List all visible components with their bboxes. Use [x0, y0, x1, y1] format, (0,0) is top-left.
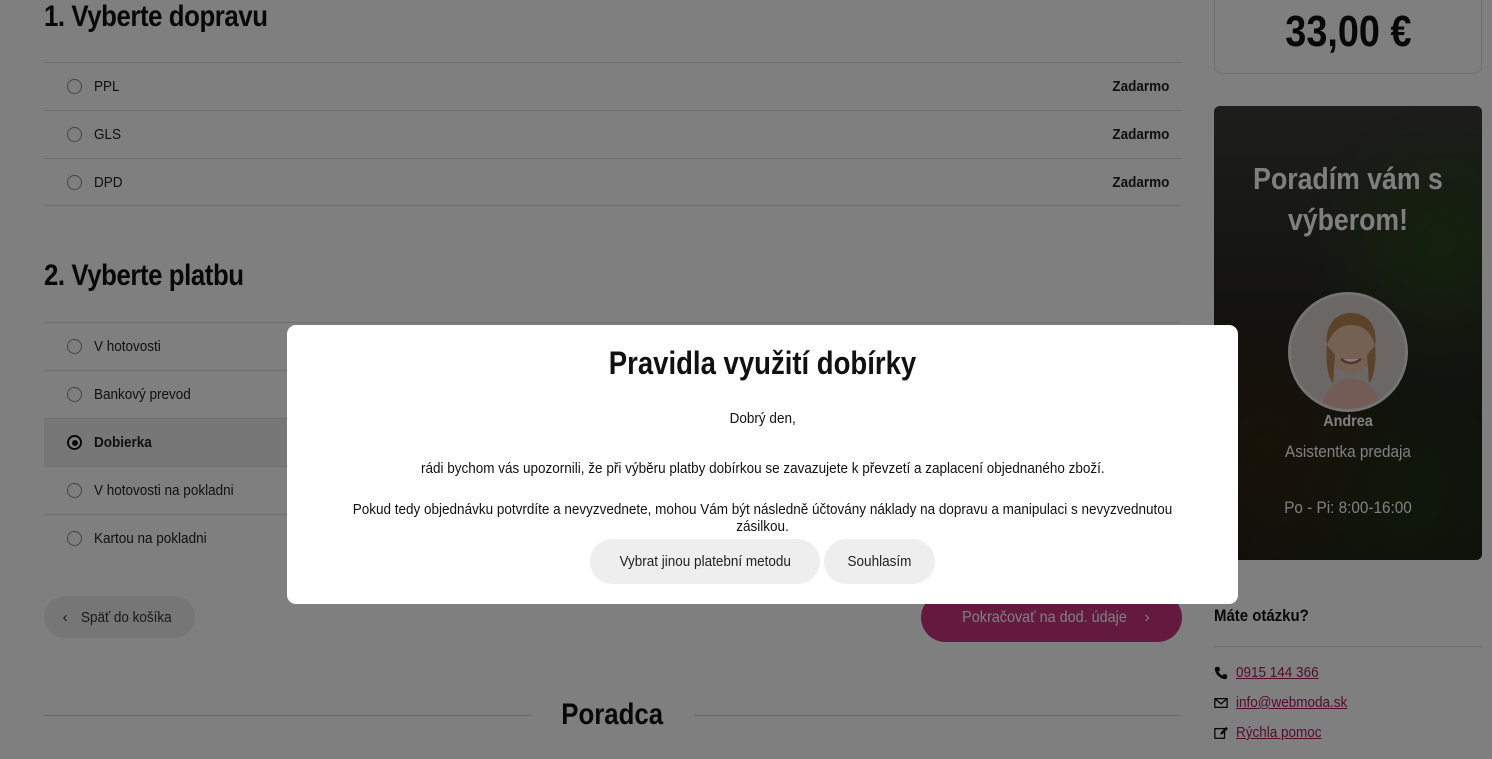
agree-button[interactable]: Souhlasím	[824, 539, 936, 584]
modal-paragraph-1-text: rádi bychom vás upozornili, že při výběr…	[420, 460, 1105, 477]
agree-label: Souhlasím	[847, 553, 912, 570]
modal-paragraph-1: rádi bychom vás upozornili, že při výběr…	[287, 460, 1238, 477]
modal-greeting-text: Dobrý den,	[729, 410, 796, 427]
cod-rules-modal: Pravidla využití dobírky Dobrý den, rádi…	[287, 325, 1238, 604]
modal-greeting: Dobrý den,	[287, 410, 1238, 427]
choose-other-payment-button[interactable]: Vybrat jinou platební metodu	[589, 539, 821, 584]
modal-paragraph-2-text: Pokud tedy objednávku potvrdíte a nevyzv…	[352, 501, 1173, 535]
choose-other-payment-label: Vybrat jinou platební metodu	[619, 553, 791, 570]
modal-actions: Vybrat jinou platební metodu Souhlasím	[287, 539, 1238, 584]
modal-title: Pravidla využití dobírky	[608, 345, 917, 381]
modal-paragraph-2: Pokud tedy objednávku potvrdíte a nevyzv…	[287, 501, 1238, 535]
